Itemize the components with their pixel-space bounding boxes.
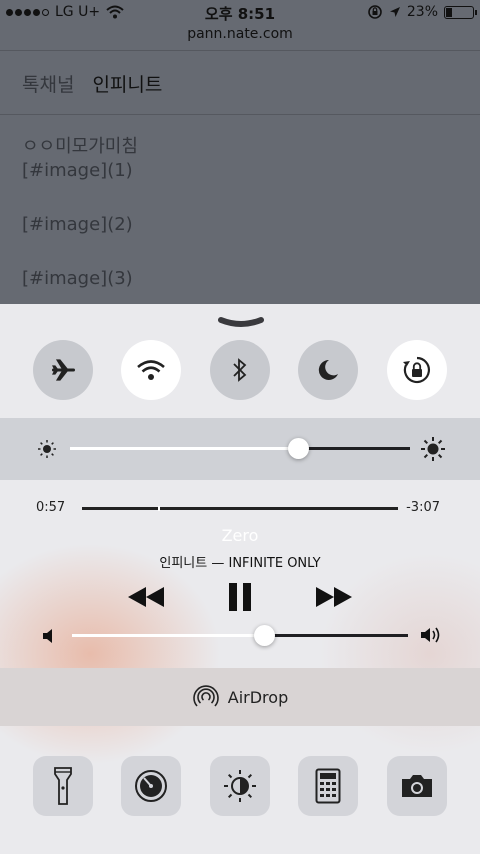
fast-forward-button[interactable]: [314, 580, 354, 614]
remaining-time: -3:07: [406, 500, 440, 515]
elapsed-time: 0:57: [36, 500, 66, 515]
divider: [0, 50, 480, 51]
post-line[interactable]: [#image](2): [22, 214, 133, 235]
battery-percent: 23%: [406, 4, 438, 20]
now-playing-section: 0:57 -3:07 Zero 인피니트 — INFINITE ONLY: [0, 480, 480, 668]
artist-album: 인피니트 — INFINITE ONLY: [159, 556, 321, 571]
airdrop-button[interactable]: AirDrop: [0, 683, 480, 711]
airdrop-label: AirDrop: [227, 687, 289, 707]
rewind-button[interactable]: [126, 580, 166, 614]
rewind-icon: [128, 587, 164, 607]
airdrop-icon: [192, 685, 219, 707]
bluetooth-icon: [233, 358, 247, 382]
airplane-mode-toggle[interactable]: [33, 340, 93, 400]
volume-low-icon: [43, 629, 52, 643]
volume-high-icon: [421, 627, 440, 643]
toggle-row: [0, 340, 480, 402]
tab-infinite[interactable]: 인피니트: [92, 70, 162, 97]
brightness-section: [0, 418, 480, 480]
bluetooth-toggle[interactable]: [210, 340, 270, 400]
scrubber-position[interactable]: [158, 506, 160, 511]
post-line[interactable]: [#image](1): [22, 160, 133, 181]
divider: [0, 114, 480, 115]
flashlight-icon: [54, 767, 72, 805]
song-title: Zero: [221, 526, 259, 545]
grabber-chevron-icon[interactable]: [218, 316, 264, 330]
brightness-slider[interactable]: [70, 435, 410, 463]
brightness-high-icon: [421, 437, 445, 461]
flashlight-button[interactable]: [33, 756, 93, 816]
rotation-lock-icon: [403, 356, 430, 384]
channel-tabs: 톡채널 인피니트: [22, 70, 162, 97]
do-not-disturb-toggle[interactable]: [298, 340, 358, 400]
status-bar: LG U+ 오후 8:51 23%: [0, 0, 480, 26]
airplane-icon: [52, 359, 75, 381]
wifi-toggle[interactable]: [121, 340, 181, 400]
night-shift-icon: [224, 770, 256, 802]
brightness-slider-thumb[interactable]: [288, 438, 309, 459]
calculator-button[interactable]: [298, 756, 358, 816]
shortcut-row: [0, 756, 480, 818]
battery-icon: [444, 5, 477, 19]
brightness-low-icon: [38, 440, 56, 458]
pause-icon: [229, 583, 251, 611]
night-shift-button[interactable]: [210, 756, 270, 816]
control-center: 0:57 -3:07 Zero 인피니트 — INFINITE ONLY Air…: [0, 304, 480, 854]
location-arrow-icon: [389, 7, 400, 17]
rotation-lock-toggle[interactable]: [387, 340, 447, 400]
fast-forward-icon: [316, 587, 352, 607]
timer-button[interactable]: [121, 756, 181, 816]
camera-button[interactable]: [387, 756, 447, 816]
post-line: ㅇㅇ미모가미침: [22, 136, 138, 157]
camera-icon: [402, 775, 432, 797]
wifi-icon: [137, 360, 165, 380]
volume-slider-thumb[interactable]: [254, 625, 275, 646]
url-label[interactable]: pann.nate.com: [0, 26, 480, 42]
timer-icon: [135, 770, 167, 802]
airdrop-section: AirDrop: [0, 668, 480, 726]
tab-talk-channel[interactable]: 톡채널: [22, 70, 74, 97]
playback-controls: [0, 580, 480, 614]
pause-button[interactable]: [223, 580, 257, 614]
moon-icon: [318, 359, 338, 380]
playback-scrubber[interactable]: [82, 507, 398, 510]
volume-slider[interactable]: [72, 622, 408, 650]
post-line[interactable]: [#image](3): [22, 268, 133, 289]
rotation-lock-status-icon: [368, 5, 382, 19]
calculator-icon: [315, 768, 341, 804]
